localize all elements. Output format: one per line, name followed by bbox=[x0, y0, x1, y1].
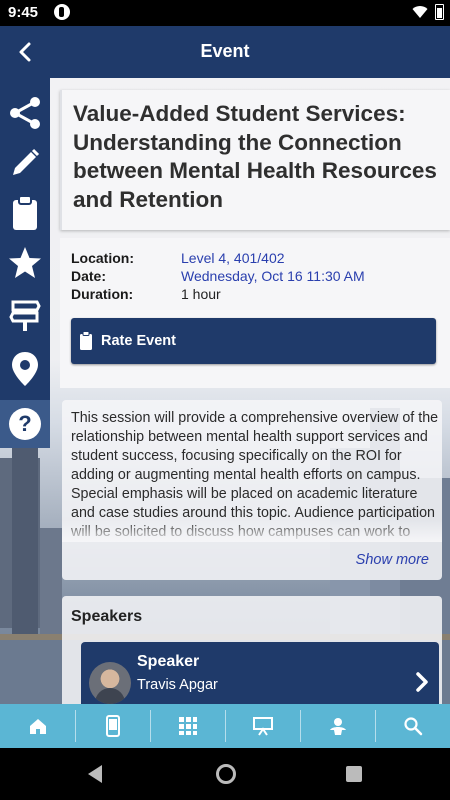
help-icon: ? bbox=[9, 408, 41, 440]
clipboard-icon bbox=[80, 331, 92, 350]
location-label: Location: bbox=[71, 250, 134, 266]
wifi-icon bbox=[412, 6, 428, 18]
person-icon bbox=[329, 718, 346, 735]
tab-device[interactable] bbox=[75, 704, 150, 748]
star-icon[interactable] bbox=[6, 244, 44, 282]
phone-icon bbox=[105, 715, 120, 737]
home-icon bbox=[29, 719, 46, 734]
system-navigation-bar bbox=[0, 748, 450, 800]
signpost-icon[interactable] bbox=[6, 296, 44, 334]
location-value[interactable]: Level 4, 401/402 bbox=[181, 250, 285, 266]
share-icon[interactable] bbox=[6, 94, 44, 132]
tab-search[interactable] bbox=[375, 704, 450, 748]
show-more-link[interactable]: Show more bbox=[356, 552, 429, 568]
event-title: Value-Added Student Services: Understand… bbox=[73, 101, 437, 212]
tab-people[interactable] bbox=[300, 704, 375, 748]
bottom-tab-bar bbox=[0, 704, 450, 748]
speaker-name: Travis Apgar bbox=[137, 677, 218, 693]
chevron-right-icon bbox=[416, 672, 428, 692]
action-rail: ? bbox=[0, 78, 50, 448]
battery-icon bbox=[435, 4, 444, 20]
presentation-icon bbox=[252, 717, 273, 736]
rate-event-button[interactable]: Rate Event bbox=[71, 318, 436, 364]
map-pin-icon[interactable] bbox=[6, 350, 44, 388]
duration-value: 1 hour bbox=[181, 286, 221, 302]
duration-label: Duration: bbox=[71, 286, 134, 302]
grid-icon bbox=[178, 717, 197, 735]
clipboard-icon[interactable] bbox=[6, 194, 44, 232]
event-title-card: Value-Added Student Services: Understand… bbox=[60, 90, 450, 230]
tab-presentation[interactable] bbox=[225, 704, 300, 748]
status-bar: 9:45 bbox=[0, 0, 450, 26]
rate-event-label: Rate Event bbox=[101, 333, 176, 349]
search-icon bbox=[403, 717, 422, 736]
description-card: This session will provide a comprehensiv… bbox=[62, 400, 442, 580]
app-bar: Event bbox=[0, 26, 450, 78]
nav-recents-icon[interactable] bbox=[346, 766, 362, 782]
tab-grid[interactable] bbox=[150, 704, 225, 748]
speaker-list-item[interactable]: Speaker Travis Apgar bbox=[81, 642, 439, 704]
speaker-role: Speaker bbox=[137, 653, 200, 670]
help-button[interactable]: ? bbox=[0, 400, 50, 448]
pencil-icon[interactable] bbox=[6, 144, 44, 182]
speakers-section: Speakers Speaker Travis Apgar bbox=[62, 596, 442, 704]
page-title: Event bbox=[200, 41, 250, 61]
status-time: 9:45 bbox=[8, 4, 39, 21]
date-label: Date: bbox=[71, 268, 107, 284]
nav-home-icon[interactable] bbox=[216, 764, 236, 784]
description-fade bbox=[62, 520, 442, 542]
date-value[interactable]: Wednesday, Oct 16 11:30 AM bbox=[181, 268, 365, 284]
tab-home[interactable] bbox=[0, 704, 75, 748]
event-details: Location: Level 4, 401/402 Date: Wednesd… bbox=[60, 238, 450, 388]
avatar bbox=[89, 662, 131, 704]
event-content[interactable]: ? Value-Added Student Services: Understa… bbox=[0, 78, 450, 704]
app-notification-icon bbox=[54, 4, 70, 20]
nav-back-icon[interactable] bbox=[86, 764, 104, 784]
speakers-heading: Speakers bbox=[71, 608, 143, 625]
